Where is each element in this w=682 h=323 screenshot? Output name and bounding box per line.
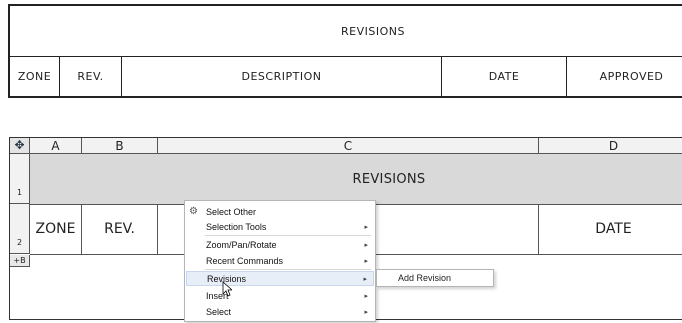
header-zone: ZONE xyxy=(10,57,60,96)
menu-item-label: Select xyxy=(206,306,232,317)
column-header-b[interactable]: B xyxy=(82,138,158,153)
cell-rev[interactable]: REV. xyxy=(82,204,158,254)
row-header-1[interactable]: 1 xyxy=(10,154,30,204)
column-header-d[interactable]: D xyxy=(539,138,682,153)
menu-item-selection-tools[interactable]: Selection Tools ▸ xyxy=(186,219,374,234)
menu-item-revisions[interactable]: Revisions ▸ xyxy=(186,271,374,286)
menu-item-insert[interactable]: Insert ▸ xyxy=(186,288,374,303)
submenu-arrow-icon: ▸ xyxy=(364,223,368,231)
move-table-icon[interactable]: ✥ xyxy=(11,138,28,153)
menu-separator xyxy=(205,235,371,236)
row-header-2[interactable]: 2 xyxy=(10,204,30,254)
menu-item-select-other[interactable]: ⚙ Select Other xyxy=(186,204,374,219)
column-header-c[interactable]: C xyxy=(158,138,539,153)
sheet-title-cell[interactable]: REVISIONS xyxy=(30,154,682,205)
context-menu: ⚙ Select Other Selection Tools ▸ Zoom/Pa… xyxy=(184,200,376,322)
submenu-arrow-icon: ▸ xyxy=(364,241,368,249)
add-row-handle[interactable]: +B xyxy=(10,255,30,267)
cell-zone[interactable]: ZONE xyxy=(30,204,82,254)
menu-item-recent-commands[interactable]: Recent Commands ▸ xyxy=(186,253,374,268)
header-rev: REV. xyxy=(60,57,122,96)
mouse-pointer-icon xyxy=(222,281,232,297)
revisions-table-drawing: REVISIONS ZONE REV. DESCRIPTION DATE APP… xyxy=(8,4,682,98)
menu-item-zoom-pan-rotate[interactable]: Zoom/Pan/Rotate ▸ xyxy=(186,237,374,252)
menu-item-label: Select Other xyxy=(206,206,257,217)
submenu-item-add-revision[interactable]: Add Revision xyxy=(378,271,492,285)
submenu-arrow-icon: ▸ xyxy=(363,275,367,283)
revisions-table-header-row: ZONE REV. DESCRIPTION DATE APPROVED xyxy=(10,57,682,96)
menu-item-select[interactable]: Select ▸ xyxy=(186,304,374,319)
submenu-arrow-icon: ▸ xyxy=(364,308,368,316)
header-description: DESCRIPTION xyxy=(122,57,442,96)
revisions-table-title: REVISIONS xyxy=(10,6,682,57)
column-header-bar: ✥ A B C D xyxy=(10,138,682,154)
header-date: DATE xyxy=(442,57,567,96)
revisions-submenu: Add Revision xyxy=(376,269,494,287)
header-approved: APPROVED xyxy=(599,70,664,83)
column-header-a[interactable]: A xyxy=(30,138,82,153)
menu-item-label: Recent Commands xyxy=(206,255,284,266)
select-other-icon: ⚙ xyxy=(189,206,198,217)
menu-item-label: Selection Tools xyxy=(206,221,267,232)
menu-item-label: Zoom/Pan/Rotate xyxy=(206,239,277,250)
cell-date[interactable]: DATE xyxy=(539,204,682,254)
submenu-arrow-icon: ▸ xyxy=(364,292,368,300)
table-corner[interactable]: ✥ xyxy=(10,138,30,153)
menu-separator xyxy=(205,269,371,270)
submenu-arrow-icon: ▸ xyxy=(364,257,368,265)
